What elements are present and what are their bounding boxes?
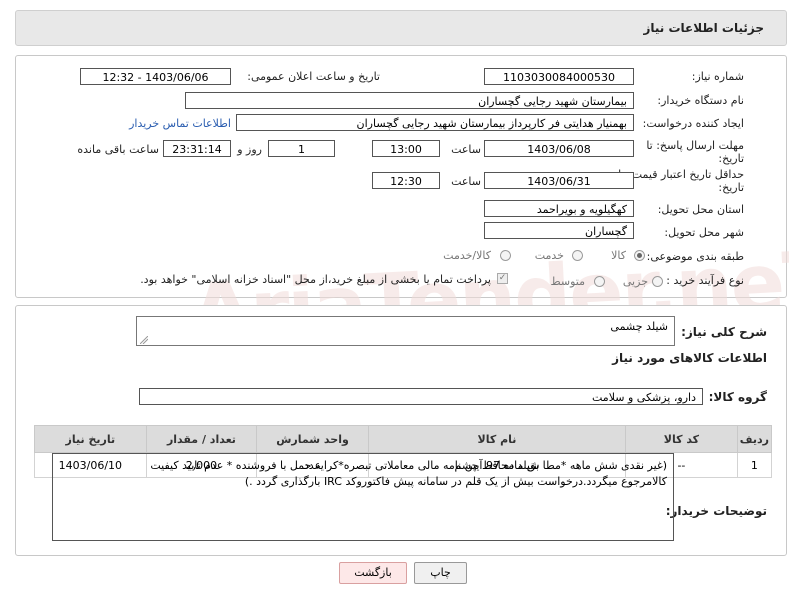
creator-field: بهمنیار هدایتی فر کارپرداز بیمارستان شهی… — [236, 114, 634, 131]
page-header: جزئیات اطلاعات نیاز — [15, 10, 787, 46]
page-title: جزئیات اطلاعات نیاز — [643, 21, 764, 35]
col-unit: واحد شمارش — [256, 425, 369, 453]
remaining-time-field: 23:31:14 — [163, 140, 231, 157]
category-goods-radio[interactable] — [634, 250, 645, 261]
cell-row: 1 — [736, 452, 773, 478]
days-label: روز و — [237, 143, 262, 156]
category-goods-service-radio[interactable] — [500, 250, 511, 261]
category-goods-label: کالا — [611, 249, 626, 262]
buyer-notes-label: توضیحات خریدار: — [665, 504, 767, 518]
price-validity-label-date: تاریخ: — [718, 181, 744, 194]
resize-handle-icon — [140, 336, 148, 344]
treasury-payment-note: پرداخت تمام یا بخشی از مبلغ خرید،از محل … — [140, 273, 491, 286]
items-section-title: اطلاعات کالاهای مورد نیاز — [612, 351, 767, 365]
col-date: تاریخ نیاز — [34, 425, 147, 453]
need-number-label: شماره نیاز: — [691, 70, 744, 83]
buyer-field: بیمارستان شهید رجایی گچساران — [185, 92, 634, 109]
print-button[interactable]: چاپ — [414, 562, 467, 584]
description-label: شرح کلی نیاز: — [681, 325, 767, 339]
process-label: نوع فرآیند خرید : — [666, 274, 744, 287]
group-label: گروه کالا: — [708, 390, 767, 404]
price-time-label: ساعت — [451, 175, 481, 188]
buyer-notes-field: (غیر نقدی شش ماهه *مطا بق ماده 97 آیین ن… — [52, 453, 674, 541]
price-date-field: 1403/06/31 — [484, 172, 634, 189]
buyer-label: نام دستگاه خریدار: — [657, 94, 744, 107]
contact-buyer-link[interactable]: اطلاعات تماس خریدار — [129, 117, 231, 130]
province-label: استان محل تحویل: — [657, 203, 744, 216]
process-medium-label: متوسط — [550, 275, 585, 288]
col-code: کد کالا — [625, 425, 738, 453]
buyer-notes-line-2: کالامرجوع میگردد.درخواست بیش از یک قلم د… — [244, 475, 667, 488]
deadline-date-field: 1403/06/08 — [484, 140, 634, 157]
announce-field: 1403/06/06 - 12:32 — [80, 68, 231, 85]
back-button[interactable]: بازگشت — [339, 562, 407, 584]
col-name: نام کالا — [367, 425, 627, 453]
city-field: گچساران — [484, 222, 634, 239]
process-medium-radio[interactable] — [594, 276, 605, 287]
group-field: دارو، پزشکی و سلامت — [139, 388, 703, 405]
city-label: شهر محل تحویل: — [664, 226, 744, 239]
price-time-field: 12:30 — [372, 172, 440, 189]
col-qty: تعداد / مقدار — [145, 425, 258, 453]
deadline-label-date: تاریخ: — [718, 152, 744, 165]
province-field: کهگیلویه و بویراحمد — [484, 200, 634, 217]
items-table-header: ردیف کد کالا نام کالا واحد شمارش تعداد /… — [34, 425, 773, 453]
price-validity-label: حداقل تاریخ اعتبار قیمت: تا — [618, 168, 744, 181]
announce-label: تاریخ و ساعت اعلان عمومی: — [247, 70, 380, 83]
category-service-radio[interactable] — [572, 250, 583, 261]
need-number-field: 1103030084000530 — [484, 68, 634, 85]
deadline-label: مهلت ارسال پاسخ: تا — [646, 139, 744, 152]
creator-label: ایجاد کننده درخواست: — [642, 117, 744, 130]
col-row: ردیف — [736, 425, 773, 453]
category-goods-service-label: کالا/خدمت — [443, 249, 491, 262]
days-field: 1 — [268, 140, 335, 157]
process-partial-label: جزیی — [622, 275, 648, 288]
category-label: طبقه بندی موضوعی: — [646, 250, 744, 263]
buyer-notes-line-1: (غیر نقدی شش ماهه *مطا بق ماده 97 آیین ن… — [150, 459, 667, 472]
category-service-label: خدمت — [534, 249, 564, 262]
treasury-payment-checkbox[interactable]: ✓ — [497, 273, 508, 284]
process-partial-radio[interactable] — [652, 276, 663, 287]
description-field: شیلد چشمی — [136, 316, 675, 346]
remaining-label: ساعت باقی مانده — [77, 143, 159, 156]
deadline-time-label: ساعت — [451, 143, 481, 156]
deadline-time-field: 13:00 — [372, 140, 440, 157]
